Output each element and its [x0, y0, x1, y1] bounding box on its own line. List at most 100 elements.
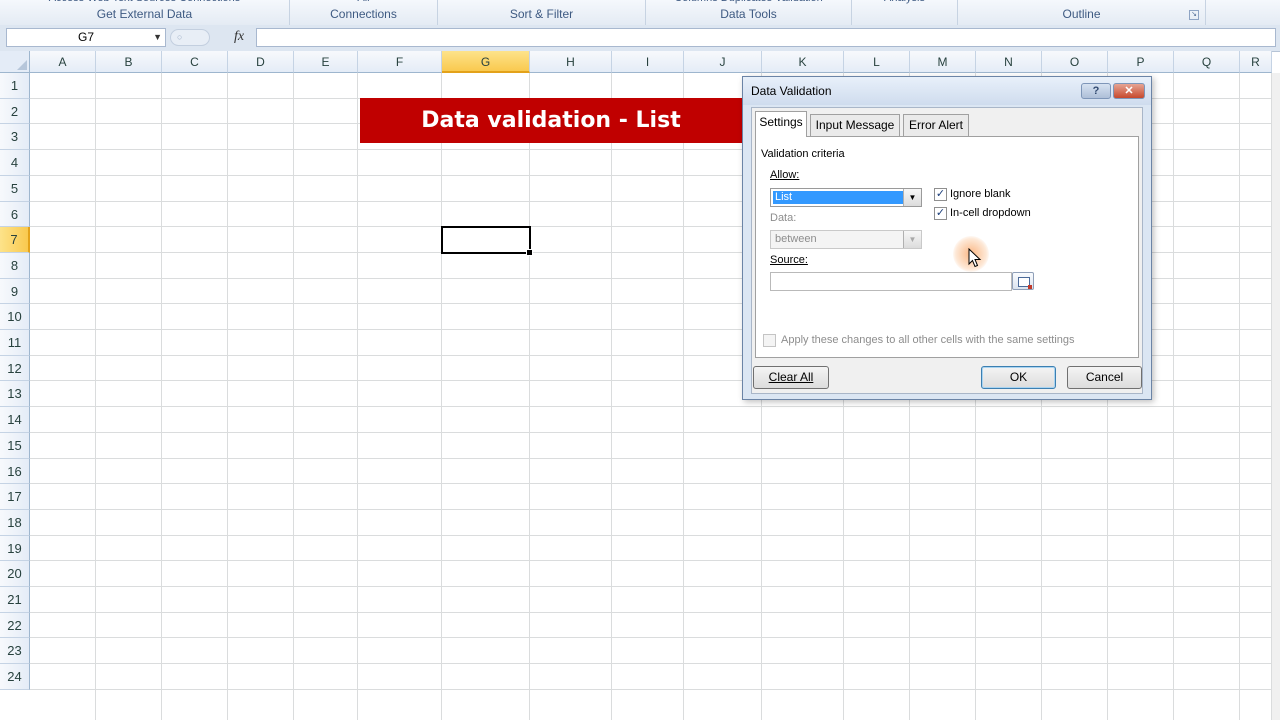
gridline — [30, 406, 1280, 407]
row-header-14[interactable]: 14 — [0, 407, 30, 433]
chevron-down-icon: ▼ — [903, 231, 921, 248]
ribbon-group-buttons[interactable]: All — [290, 0, 437, 4]
row-header-4[interactable]: 4 — [0, 150, 30, 176]
ribbon-group: Access Web Text Sources Connections Get E… — [0, 0, 290, 25]
ignore-blank-checkbox[interactable]: ✓ — [934, 188, 947, 201]
column-header-a[interactable]: A — [30, 51, 96, 73]
row-header-1[interactable]: 1 — [0, 73, 30, 99]
column-header-m[interactable]: M — [910, 51, 976, 73]
row-header-5[interactable]: 5 — [0, 176, 30, 202]
insert-function-icon[interactable]: fx — [234, 29, 250, 46]
active-cell-g7[interactable] — [441, 226, 533, 256]
name-box[interactable]: G7 ▼ — [6, 28, 166, 47]
tab-settings[interactable]: Settings — [755, 111, 807, 137]
in-cell-dropdown-checkbox[interactable]: ✓ — [934, 207, 947, 220]
tab-error-alert[interactable]: Error Alert — [903, 114, 969, 136]
dialog-title-bar[interactable]: Data Validation ? ✕ — [743, 77, 1151, 105]
column-header-k[interactable]: K — [762, 51, 844, 73]
ribbon-group-buttons[interactable]: Columns Duplicates Validation — [646, 0, 851, 4]
gridline — [1173, 73, 1174, 720]
allow-dropdown[interactable]: List ▼ — [770, 188, 922, 207]
chevron-down-icon[interactable]: ▼ — [153, 29, 162, 46]
close-button[interactable]: ✕ — [1113, 83, 1145, 99]
formula-bar-expand-handle[interactable]: ○ — [170, 29, 210, 46]
row-header-23[interactable]: 23 — [0, 638, 30, 664]
vertical-scrollbar[interactable] — [1272, 73, 1280, 720]
column-header-p[interactable]: P — [1108, 51, 1174, 73]
column-header-r[interactable]: R — [1240, 51, 1272, 73]
column-header-q[interactable]: Q — [1174, 51, 1240, 73]
in-cell-dropdown-label[interactable]: In-cell dropdown — [950, 207, 1031, 219]
ribbon-group: Sort & Filter — [438, 0, 646, 25]
fill-handle[interactable] — [526, 249, 533, 256]
formula-bar: G7 ▼ ○ fx — [0, 25, 1280, 52]
ribbon-group-buttons[interactable]: Analysis — [852, 0, 957, 4]
gridline — [357, 73, 358, 720]
column-header-c[interactable]: C — [162, 51, 228, 73]
row-header-22[interactable]: 22 — [0, 613, 30, 638]
select-all-corner[interactable] — [0, 51, 30, 73]
gridline — [293, 73, 294, 720]
gridline — [529, 73, 530, 720]
allow-label-text: Allow: — [770, 169, 800, 181]
row-header-12[interactable]: 12 — [0, 356, 30, 381]
dialog-title: Data Validation — [751, 84, 832, 98]
column-header-n[interactable]: N — [976, 51, 1042, 73]
ribbon-group: Outline ↘ — [958, 0, 1206, 25]
row-header-8[interactable]: 8 — [0, 253, 30, 279]
row-header-2[interactable]: 2 — [0, 99, 30, 124]
gridline — [30, 637, 1280, 638]
column-header-f[interactable]: F — [358, 51, 442, 73]
column-header-e[interactable]: E — [294, 51, 358, 73]
column-header-l[interactable]: L — [844, 51, 910, 73]
collapse-range-button[interactable] — [1012, 272, 1034, 290]
ribbon-group: Analysis — [852, 0, 958, 25]
row-header-16[interactable]: 16 — [0, 459, 30, 484]
row-header-9[interactable]: 9 — [0, 279, 30, 304]
gridline — [95, 73, 96, 720]
column-header-h[interactable]: H — [530, 51, 612, 73]
check-icon: ✓ — [935, 188, 946, 200]
data-dropdown: between ▼ — [770, 230, 922, 249]
gridline — [441, 73, 442, 720]
gridline — [30, 586, 1280, 587]
row-header-10[interactable]: 10 — [0, 304, 30, 330]
row-header-18[interactable]: 18 — [0, 510, 30, 536]
column-header-d[interactable]: D — [228, 51, 294, 73]
formula-input[interactable] — [256, 28, 1276, 47]
ribbon-group-buttons[interactable]: Access Web Text Sources Connections — [0, 0, 289, 4]
cancel-button[interactable]: Cancel — [1067, 366, 1142, 389]
column-header-i[interactable]: I — [612, 51, 684, 73]
ribbon-group: Columns Duplicates Validation Data Tools — [646, 0, 852, 25]
ok-button[interactable]: OK — [981, 366, 1056, 389]
column-header-b[interactable]: B — [96, 51, 162, 73]
source-input[interactable] — [770, 272, 1012, 291]
row-header-19[interactable]: 19 — [0, 536, 30, 561]
ignore-blank-label[interactable]: Ignore blank — [950, 188, 1011, 200]
gridline — [30, 663, 1280, 664]
column-header-o[interactable]: O — [1042, 51, 1108, 73]
row-header-6[interactable]: 6 — [0, 202, 30, 227]
row-header-20[interactable]: 20 — [0, 561, 30, 587]
row-header-15[interactable]: 15 — [0, 433, 30, 459]
data-label: Data: — [770, 212, 797, 224]
row-header-21[interactable]: 21 — [0, 587, 30, 613]
allow-label: Allow: — [770, 169, 799, 181]
row-header-24[interactable]: 24 — [0, 664, 30, 690]
name-box-value: G7 — [77, 30, 94, 44]
gridline — [30, 612, 1280, 613]
row-header-17[interactable]: 17 — [0, 484, 30, 510]
column-header-j[interactable]: J — [684, 51, 762, 73]
row-header-3[interactable]: 3 — [0, 124, 30, 150]
help-button[interactable]: ? — [1081, 83, 1111, 99]
chevron-down-icon[interactable]: ▼ — [903, 189, 921, 206]
dialog-launcher-icon[interactable]: ↘ — [1189, 10, 1199, 20]
row-header-13[interactable]: 13 — [0, 381, 30, 407]
row-header-7[interactable]: 7 — [0, 227, 30, 253]
column-header-g[interactable]: G — [442, 51, 530, 73]
clear-all-button[interactable]: Clear All — [753, 366, 829, 389]
gridline — [30, 483, 1280, 484]
tab-input-message[interactable]: Input Message — [810, 114, 900, 136]
gridline — [30, 535, 1280, 536]
row-header-11[interactable]: 11 — [0, 330, 30, 356]
